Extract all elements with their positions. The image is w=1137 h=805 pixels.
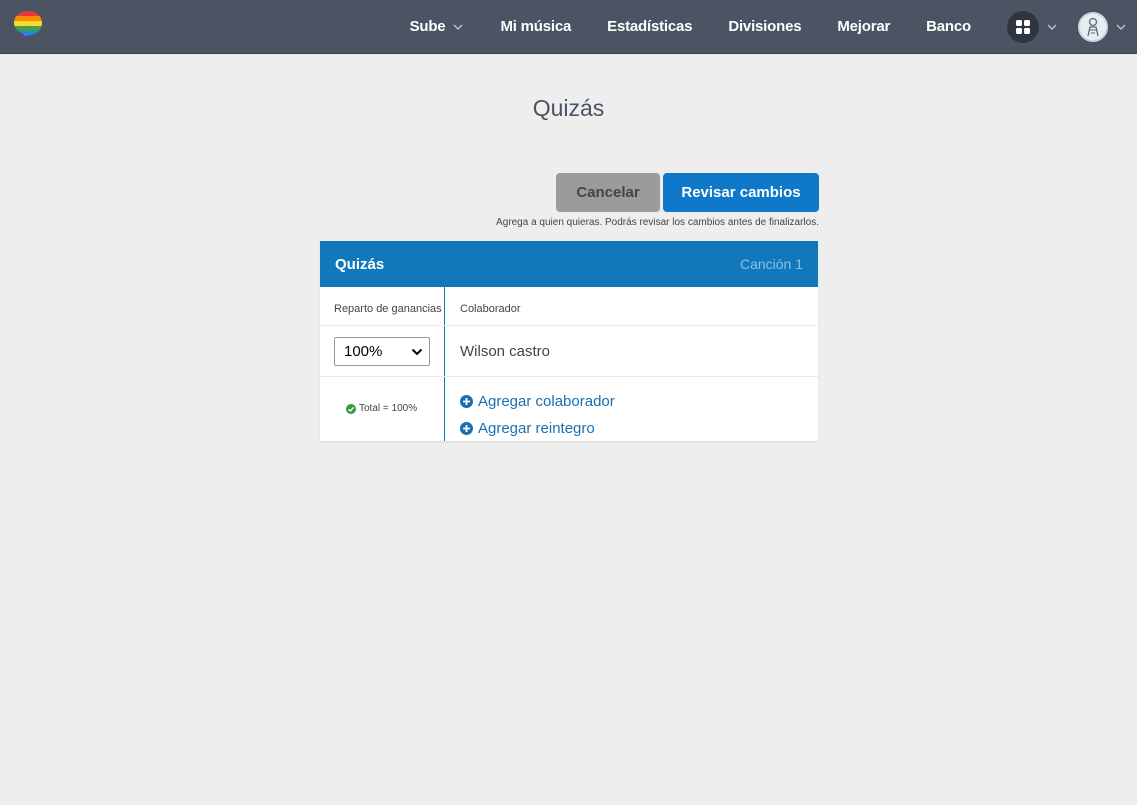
logo-icon[interactable] [13, 10, 43, 42]
card-header: Quizás Canción 1 [320, 241, 818, 287]
nav-divisiones[interactable]: Divisiones [728, 18, 801, 35]
nav-mejorar[interactable]: Mejorar [837, 18, 890, 35]
nav-estadisticas-label: Estadísticas [607, 18, 693, 35]
chevron-down-icon [1047, 23, 1057, 30]
split-table: Reparto de ganancias Colaborador 100% Wi… [320, 287, 818, 441]
check-circle-icon [346, 403, 356, 414]
cancel-button[interactable]: Cancelar [556, 173, 660, 212]
page-title: Quizás [532, 95, 605, 121]
chevron-down-icon [1116, 23, 1126, 30]
chevron-down-icon [453, 23, 463, 30]
total-indicator: Total = 100% [346, 403, 417, 414]
review-changes-button[interactable]: Revisar cambios [663, 173, 819, 212]
total-text: Total = 100% [359, 403, 418, 414]
nav-sube[interactable]: Sube [410, 18, 465, 35]
add-refund-label: Agregar reintegro [478, 420, 595, 437]
chevron-down-icon [411, 348, 423, 356]
hint-text: Agrega a quien quieras. Podrás revisar l… [496, 217, 819, 228]
nav-mi-musica-label: Mi música [500, 18, 572, 35]
plus-circle-icon [460, 422, 473, 435]
column-header-split: Reparto de ganancias [334, 303, 442, 315]
column-header-collaborator: Colaborador [460, 303, 521, 315]
card-subtitle: Canción 1 [739, 256, 803, 272]
main-nav: Sube Mi música Estadísticas Divisiones M… [410, 0, 1137, 53]
add-collaborator-label: Agregar colaborador [478, 393, 615, 410]
card-title: Quizás [335, 255, 385, 273]
add-collaborator-link[interactable]: Agregar colaborador [460, 393, 615, 410]
account-menu[interactable] [1078, 11, 1127, 42]
apps-grid-icon[interactable] [1007, 10, 1039, 43]
nav-sube-label: Sube [409, 18, 446, 35]
nav-banco[interactable]: Banco [926, 18, 971, 35]
add-refund-link[interactable]: Agregar reintegro [460, 420, 595, 437]
nav-mi-musica[interactable]: Mi música [500, 18, 571, 35]
nav-divisiones-label: Divisiones [728, 18, 802, 35]
top-navbar: Sube Mi música Estadísticas Divisiones M… [0, 0, 1137, 54]
plus-circle-icon [460, 395, 473, 408]
avatar-icon[interactable] [1078, 11, 1108, 42]
row-divider [320, 325, 818, 326]
row-divider [320, 376, 818, 377]
nav-estadisticas[interactable]: Estadísticas [607, 18, 692, 35]
nav-mejorar-label: Mejorar [837, 18, 891, 35]
split-card: Quizás Canción 1 Reparto de ganancias Co… [320, 241, 818, 441]
column-divider [444, 287, 445, 441]
collaborator-name: Wilson castro [460, 343, 551, 360]
nav-banco-label: Banco [926, 18, 971, 35]
split-percentage-select[interactable]: 100% [334, 337, 430, 366]
apps-menu[interactable] [1007, 10, 1058, 43]
split-percentage-value: 100% [344, 343, 383, 360]
